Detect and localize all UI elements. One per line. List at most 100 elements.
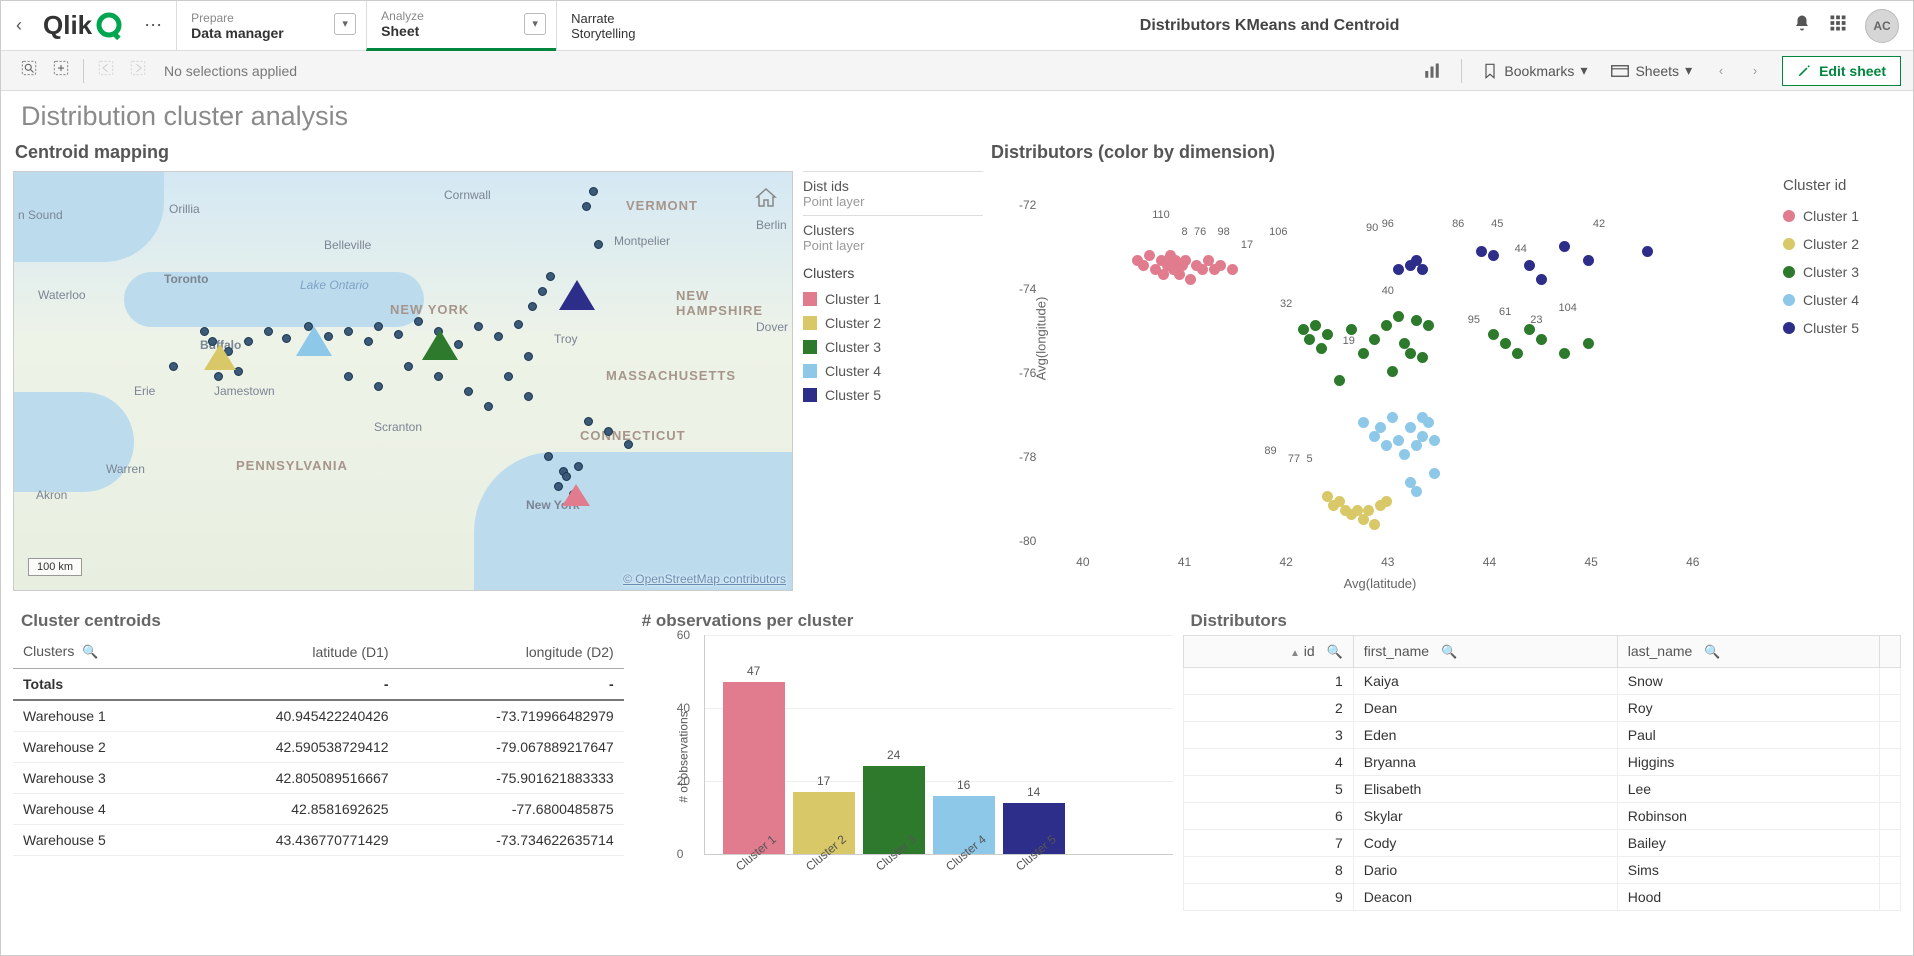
sheets-menu[interactable]: Sheets ▾ bbox=[1601, 56, 1702, 85]
distributors-header-first[interactable]: first_name 🔍 bbox=[1353, 636, 1617, 668]
table-row[interactable]: 7CodyBailey bbox=[1183, 830, 1900, 857]
scatter-point[interactable] bbox=[1642, 246, 1653, 257]
back-button[interactable]: ‹ bbox=[1, 15, 37, 36]
scatter-point[interactable] bbox=[1215, 260, 1226, 271]
table-row[interactable]: Warehouse 342.805089516667-75.9016218833… bbox=[13, 763, 624, 794]
table-row[interactable]: Warehouse 543.436770771429-73.7346226357… bbox=[13, 825, 624, 856]
scatter-point[interactable] bbox=[1180, 255, 1191, 266]
scatter-point[interactable] bbox=[1185, 274, 1196, 285]
scatter-point[interactable] bbox=[1417, 352, 1428, 363]
scatter-point[interactable] bbox=[1393, 264, 1404, 275]
legend-distids[interactable]: Dist ids Point layer bbox=[803, 171, 983, 215]
scatter-legend-1[interactable]: Cluster 1 bbox=[1783, 202, 1889, 230]
distributors-header-last[interactable]: last_name 🔍 bbox=[1617, 636, 1879, 668]
legend-item-2[interactable]: Cluster 2 bbox=[803, 311, 983, 335]
scatter-point[interactable] bbox=[1423, 417, 1434, 428]
scatter-point[interactable] bbox=[1227, 264, 1238, 275]
scatter-point[interactable] bbox=[1429, 435, 1440, 446]
scatter-point[interactable] bbox=[1144, 250, 1155, 261]
scatter-point[interactable] bbox=[1411, 315, 1422, 326]
selections-tool-icon[interactable] bbox=[45, 59, 77, 82]
legend-item-3[interactable]: Cluster 3 bbox=[803, 335, 983, 359]
legend-item-4[interactable]: Cluster 4 bbox=[803, 359, 983, 383]
scatter-point[interactable] bbox=[1524, 260, 1535, 271]
scatter-point[interactable] bbox=[1358, 348, 1369, 359]
scatter-point[interactable] bbox=[1559, 348, 1570, 359]
legend-item-5[interactable]: Cluster 5 bbox=[803, 383, 983, 407]
centroids-table[interactable]: Clusters🔍 latitude (D1) longitude (D2) T… bbox=[13, 635, 624, 856]
home-icon[interactable] bbox=[754, 186, 778, 216]
scatter-point[interactable] bbox=[1476, 246, 1487, 257]
scatter-point[interactable] bbox=[1536, 274, 1547, 285]
bar[interactable]: 47 bbox=[723, 682, 785, 854]
scatter-point[interactable] bbox=[1583, 338, 1594, 349]
scatter-legend-4[interactable]: Cluster 4 bbox=[1783, 286, 1889, 314]
scatter-point[interactable] bbox=[1423, 320, 1434, 331]
table-row[interactable]: Warehouse 140.945422240426-73.7199664829… bbox=[13, 700, 624, 732]
centroids-header-lat[interactable]: latitude (D1) bbox=[181, 635, 398, 669]
centroids-header-clusters[interactable]: Clusters🔍 bbox=[13, 635, 181, 669]
more-menu-button[interactable]: ⋯ bbox=[130, 15, 176, 36]
search-icon[interactable]: 🔍 bbox=[1319, 644, 1343, 659]
scatter-point[interactable] bbox=[1322, 329, 1333, 340]
scatter-point[interactable] bbox=[1417, 431, 1428, 442]
scatter-point[interactable] bbox=[1387, 412, 1398, 423]
table-row[interactable]: 3EdenPaul bbox=[1183, 722, 1900, 749]
qlik-logo[interactable]: Qlik bbox=[37, 10, 130, 41]
table-row[interactable]: 2DeanRoy bbox=[1183, 695, 1900, 722]
smart-search-icon[interactable] bbox=[13, 59, 45, 82]
scatter-point[interactable] bbox=[1405, 422, 1416, 433]
search-icon[interactable]: 🔍 bbox=[1696, 644, 1720, 659]
search-icon[interactable]: 🔍 bbox=[1433, 644, 1457, 659]
scatter-legend-3[interactable]: Cluster 3 bbox=[1783, 258, 1889, 286]
scatter-point[interactable] bbox=[1583, 255, 1594, 266]
nav-prepare[interactable]: Prepare Data manager ▾ bbox=[176, 1, 366, 51]
scatter-point[interactable] bbox=[1405, 348, 1416, 359]
chevron-down-icon[interactable]: ▾ bbox=[524, 13, 546, 35]
scatter-point[interactable] bbox=[1393, 435, 1404, 446]
chevron-down-icon[interactable]: ▾ bbox=[334, 13, 356, 35]
barchart[interactable]: # of observations 60 40 20 0 47Cluster 1… bbox=[634, 635, 1173, 925]
legend-item-1[interactable]: Cluster 1 bbox=[803, 287, 983, 311]
scatter-legend-2[interactable]: Cluster 2 bbox=[1783, 230, 1889, 258]
scatter-point[interactable] bbox=[1536, 334, 1547, 345]
scatter-point[interactable] bbox=[1559, 241, 1570, 252]
scatter-legend-5[interactable]: Cluster 5 bbox=[1783, 314, 1889, 342]
scatter-point[interactable] bbox=[1417, 264, 1428, 275]
scatter-point[interactable] bbox=[1381, 320, 1392, 331]
scatter-point[interactable] bbox=[1411, 486, 1422, 497]
scatter-point[interactable] bbox=[1358, 417, 1369, 428]
table-row[interactable]: 8DarioSims bbox=[1183, 857, 1900, 884]
table-row[interactable]: 9DeaconHood bbox=[1183, 884, 1900, 911]
table-row[interactable]: 4BryannaHiggins bbox=[1183, 749, 1900, 776]
scatter-point[interactable] bbox=[1387, 366, 1398, 377]
scatter-canvas[interactable]: Avg(longitude) -72 -74 -76 -78 -80 40 41… bbox=[989, 171, 1771, 591]
scatter-point[interactable] bbox=[1381, 496, 1392, 507]
search-icon[interactable]: 🔍 bbox=[74, 644, 98, 659]
scatter-point[interactable] bbox=[1316, 343, 1327, 354]
table-row[interactable]: Warehouse 242.590538729412-79.0678892176… bbox=[13, 732, 624, 763]
centroids-header-lon[interactable]: longitude (D2) bbox=[399, 635, 624, 669]
scatter-point[interactable] bbox=[1138, 260, 1149, 271]
distributors-table[interactable]: ▲ id 🔍 first_name 🔍 last_name 🔍 1KaiyaSn… bbox=[1183, 635, 1901, 911]
bell-icon[interactable] bbox=[1793, 14, 1811, 37]
scatter-point[interactable] bbox=[1346, 324, 1357, 335]
scatter-point[interactable] bbox=[1393, 311, 1404, 322]
insight-advisor-icon[interactable] bbox=[1413, 56, 1451, 86]
scatter-point[interactable] bbox=[1381, 440, 1392, 451]
scatter-point[interactable] bbox=[1500, 338, 1511, 349]
scatter-point[interactable] bbox=[1304, 334, 1315, 345]
nav-analyze[interactable]: Analyze Sheet ▾ bbox=[366, 1, 556, 51]
scatter-point[interactable] bbox=[1375, 422, 1386, 433]
table-row[interactable]: Warehouse 442.8581692625-77.6800485875 bbox=[13, 794, 624, 825]
table-row[interactable]: 6SkylarRobinson bbox=[1183, 803, 1900, 830]
nav-narrate[interactable]: Narrate Storytelling bbox=[556, 1, 746, 51]
scatter-point[interactable] bbox=[1488, 329, 1499, 340]
scatter-point[interactable] bbox=[1310, 320, 1321, 331]
scatter-point[interactable] bbox=[1369, 519, 1380, 530]
table-row[interactable]: 5ElisabethLee bbox=[1183, 776, 1900, 803]
apps-grid-icon[interactable] bbox=[1829, 14, 1847, 37]
map-attribution[interactable]: © OpenStreetMap contributors bbox=[623, 572, 786, 586]
prev-sheet-button[interactable]: ‹ bbox=[1706, 56, 1736, 86]
scatter-point[interactable] bbox=[1334, 375, 1345, 386]
